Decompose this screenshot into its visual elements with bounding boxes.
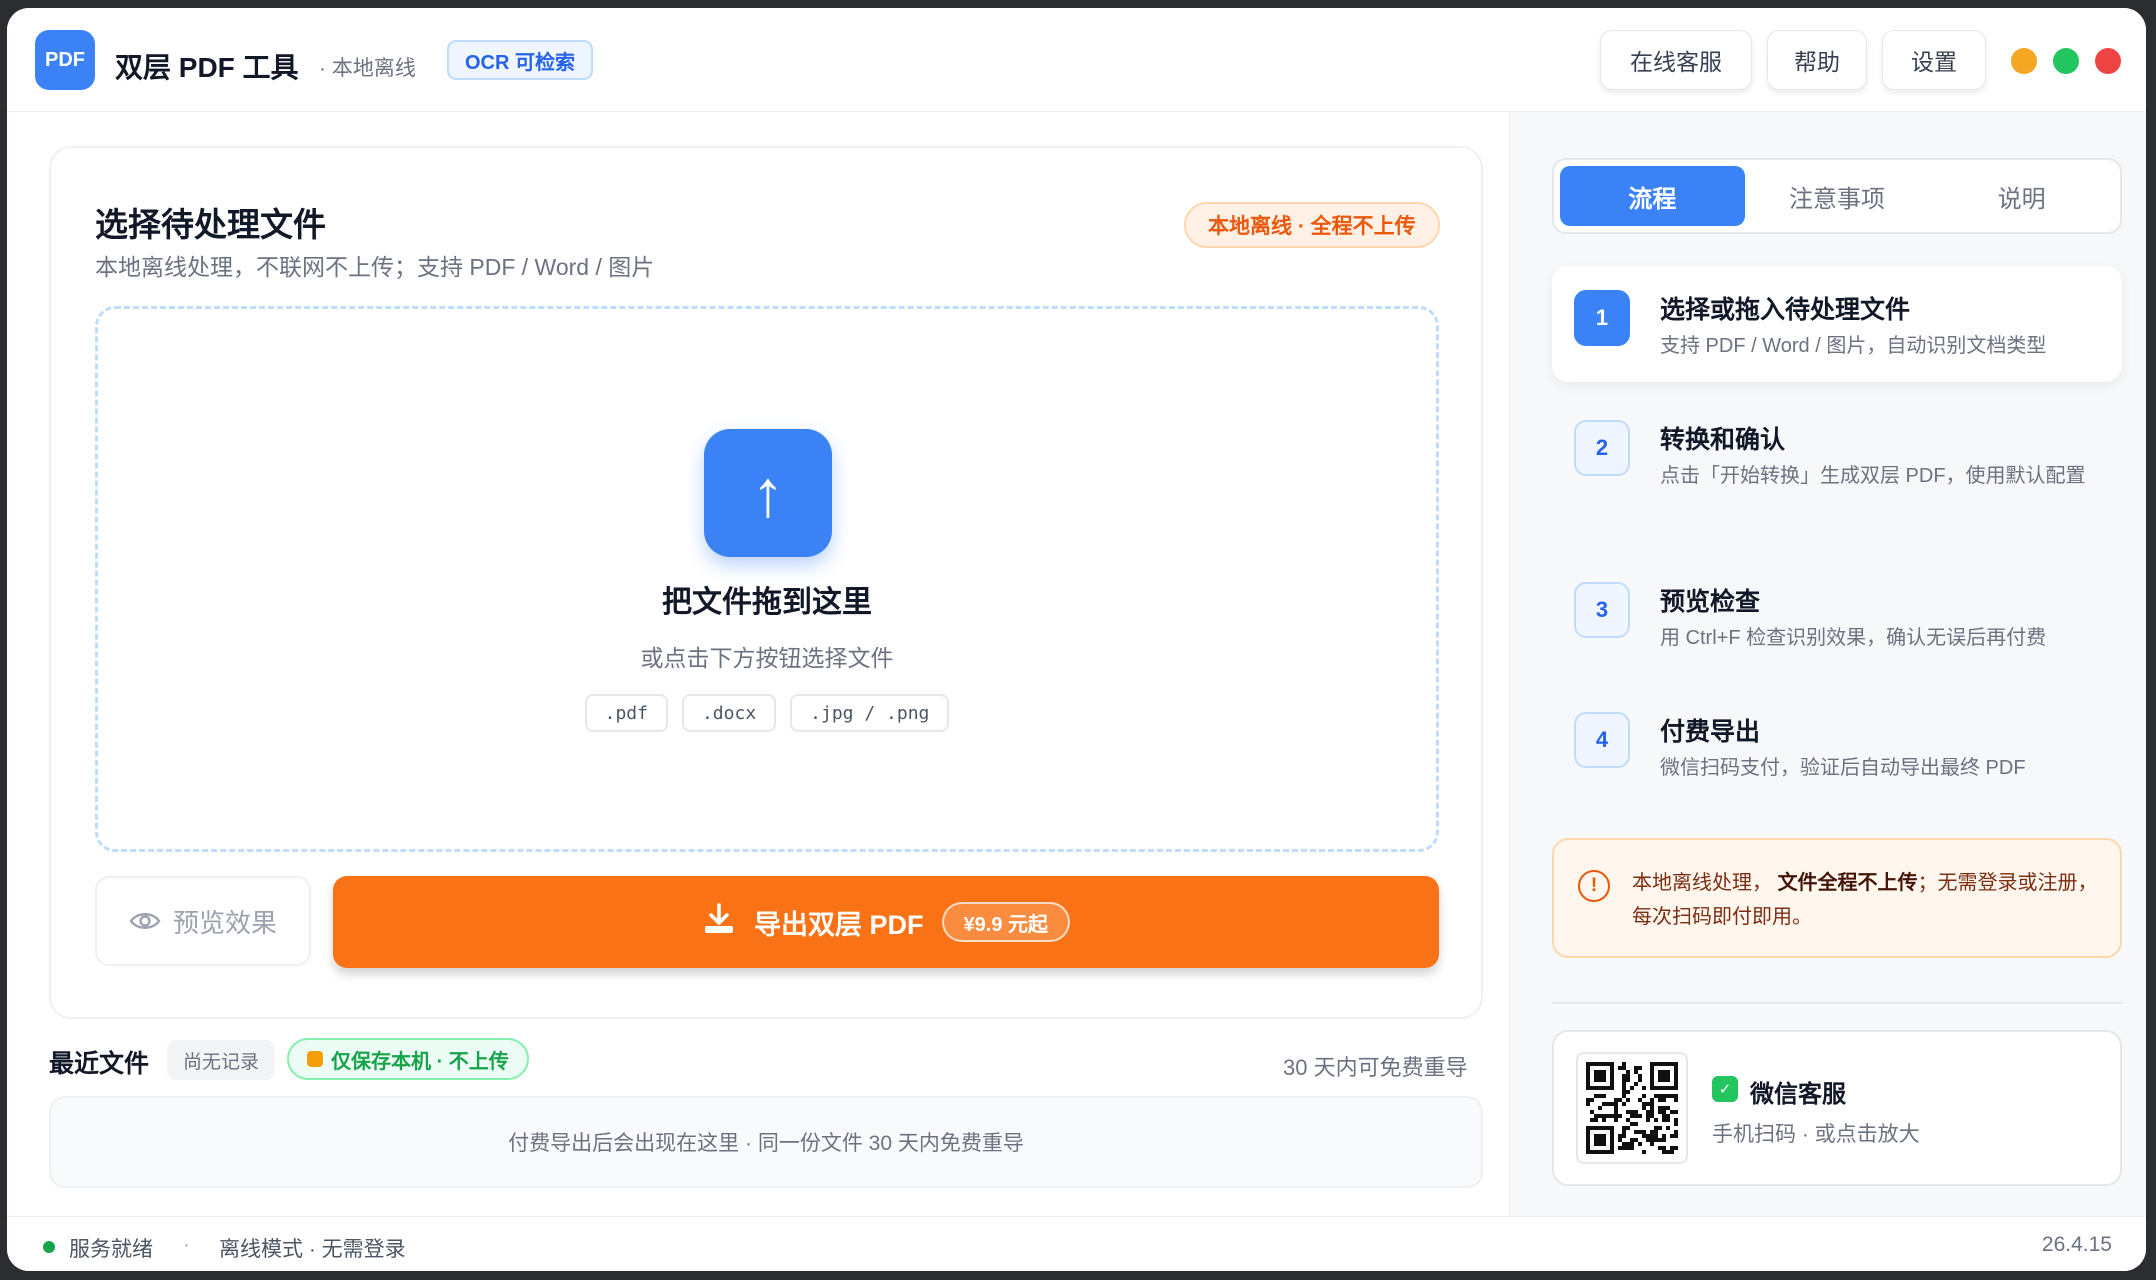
step-item[interactable]: 4 付费导出 微信扫码支付，验证后自动导出最终 PDF: [1552, 688, 2122, 788]
ext-chip-pdf: .pdf: [584, 694, 668, 732]
app-title: 双层 PDF 工具: [115, 52, 299, 83]
lock-icon: [307, 1051, 323, 1067]
recent-note: 30 天内可免费重导: [1283, 1055, 1468, 1080]
tab-process[interactable]: 流程: [1560, 166, 1745, 226]
help-button[interactable]: 帮助: [1767, 30, 1867, 90]
settings-button[interactable]: 设置: [1882, 30, 1986, 90]
ocr-badge: OCR 可检索: [447, 40, 593, 80]
step-title: 预览检查: [1660, 588, 1761, 616]
step-number: 1: [1574, 290, 1630, 346]
step-desc: 支持 PDF / Word / 图片，自动识别文档类型: [1660, 335, 2047, 357]
tab-notes[interactable]: 注意事项: [1745, 166, 1930, 226]
wechat-support-card[interactable]: ✓ 微信客服 手机扫码 · 或点击放大: [1552, 1030, 2122, 1186]
recent-empty-text: 付费导出后会出现在这里 · 同一份文件 30 天内免费重导: [508, 1132, 1024, 1155]
preview-button[interactable]: 预览效果: [95, 876, 311, 966]
offline-notice: ! 本地离线处理， 文件全程不上传；无需登录或注册，每次扫码即付即用。: [1552, 838, 2122, 958]
status-ready: 服务就绪: [69, 1238, 153, 1261]
upload-arrow-icon[interactable]: ↑: [704, 429, 832, 557]
step-desc: 点击「开始转换」生成双层 PDF，使用默认配置: [1660, 465, 2086, 487]
step-item[interactable]: 1 选择或拖入待处理文件 支持 PDF / Word / 图片，自动识别文档类型: [1552, 266, 2122, 382]
download-icon: [702, 902, 736, 943]
ext-chip-image: .jpg / .png: [790, 694, 950, 732]
extension-list: .pdf .docx .jpg / .png: [98, 694, 1436, 732]
offline-badge: 本地离线 · 全程不上传: [1184, 202, 1440, 248]
qr-code[interactable]: [1576, 1052, 1688, 1164]
drop-subtitle: 或点击下方按钮选择文件: [640, 645, 894, 671]
drop-title: 把文件拖到这里: [662, 586, 872, 619]
warning-icon: !: [1578, 870, 1610, 902]
wechat-subtitle: 手机扫码 · 或点击放大: [1712, 1123, 1920, 1146]
status-bar: 服务就绪 · 离线模式 · 无需登录 26.4.15: [7, 1216, 2146, 1271]
step-item[interactable]: 3 预览检查 用 Ctrl+F 检查识别效果，确认无误后再付费: [1552, 558, 2122, 658]
step-number: 3: [1574, 582, 1630, 638]
step-title: 付费导出: [1660, 718, 1761, 746]
price-badge: ¥9.9 元起: [941, 902, 1070, 942]
app-window: PDF 双层 PDF 工具 · 本地离线 OCR 可检索 在线客服 帮助 设置 …: [7, 8, 2146, 1271]
export-button[interactable]: 导出双层 PDF ¥9.9 元起: [333, 876, 1439, 968]
step-title: 转换和确认: [1660, 426, 1786, 454]
app-logo: PDF: [35, 30, 95, 90]
guide-tabs: 流程 注意事项 说明: [1552, 158, 2122, 234]
support-button[interactable]: 在线客服: [1600, 30, 1752, 90]
local-only-label: 仅保存本机 · 不上传: [331, 1050, 509, 1073]
local-only-badge: 仅保存本机 · 不上传: [287, 1038, 529, 1080]
close-dot[interactable]: [2095, 48, 2121, 74]
preview-label: 预览效果: [172, 907, 277, 938]
status-mode: 离线模式 · 无需登录: [219, 1238, 406, 1261]
no-records-badge: 尚无记录: [167, 1040, 276, 1080]
divider: [1552, 1002, 2122, 1004]
status-indicator-icon: [43, 1241, 55, 1253]
tab-instructions[interactable]: 说明: [1929, 166, 2114, 226]
step-desc: 用 Ctrl+F 检查识别效果，确认无误后再付费: [1660, 627, 2047, 649]
recent-title: 最近文件: [49, 1050, 150, 1078]
upload-subtitle: 本地离线处理，不联网不上传；支持 PDF / Word / 图片: [95, 254, 655, 280]
status-separator: ·: [183, 1233, 190, 1256]
wechat-title: 微信客服: [1750, 1081, 1846, 1108]
notice-text: 本地离线处理， 文件全程不上传；无需登录或注册，每次扫码即付即用。: [1632, 872, 2098, 928]
export-label: 导出双层 PDF: [754, 909, 924, 940]
wechat-icon: ✓: [1712, 1076, 1738, 1102]
ext-chip-docx: .docx: [681, 694, 777, 732]
upload-title: 选择待处理文件: [95, 206, 326, 243]
guide-sidebar: 流程 注意事项 说明 1 选择或拖入待处理文件 支持 PDF / Word / …: [1509, 112, 2146, 1216]
eye-icon: [129, 910, 161, 932]
maximize-dot[interactable]: [2053, 48, 2079, 74]
recent-files-list: 付费导出后会出现在这里 · 同一份文件 30 天内免费重导: [49, 1096, 1483, 1188]
app-subtitle: · 本地离线: [319, 57, 416, 80]
file-dropzone[interactable]: ↑ 把文件拖到这里 或点击下方按钮选择文件 .pdf .docx .jpg / …: [95, 306, 1439, 852]
version-label: 26.4.15: [2041, 1233, 2112, 1256]
step-number: 4: [1574, 712, 1630, 768]
step-number: 2: [1574, 420, 1630, 476]
step-desc: 微信扫码支付，验证后自动导出最终 PDF: [1660, 757, 2026, 779]
minimize-dot[interactable]: [2011, 48, 2037, 74]
step-title: 选择或拖入待处理文件: [1660, 296, 1911, 324]
upload-card: 选择待处理文件 本地离线处理，不联网不上传；支持 PDF / Word / 图片…: [49, 146, 1483, 1019]
step-item[interactable]: 2 转换和确认 点击「开始转换」生成双层 PDF，使用默认配置: [1552, 396, 2122, 526]
titlebar: PDF 双层 PDF 工具 · 本地离线 OCR 可检索 在线客服 帮助 设置: [7, 8, 2146, 112]
